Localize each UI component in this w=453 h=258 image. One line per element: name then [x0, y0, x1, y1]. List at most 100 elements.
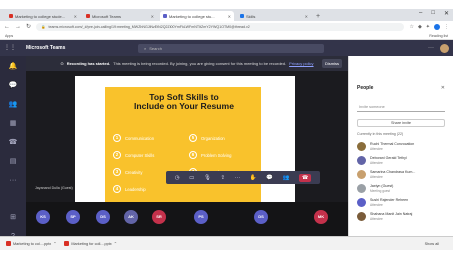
app-rail: 🔔 💬 👥 ▦ ☎ ▤ ··· ⊞ ? [0, 56, 26, 240]
invite-input[interactable]: Invite someone [357, 105, 445, 112]
files-icon[interactable]: ▤ [8, 157, 18, 167]
person-avatar [357, 212, 366, 221]
browser-tab[interactable]: Microsoft Teams ✕ [83, 11, 157, 21]
forward-icon[interactable]: → [15, 24, 21, 30]
recording-banner-text: This meeting is being recorded. By joini… [113, 61, 287, 66]
window-controls: – □ ✕ [419, 10, 449, 17]
browser-tab[interactable]: Skills ✕ [237, 11, 311, 21]
search-input[interactable]: ⌕ Search [138, 43, 324, 53]
skill-label: Organization [201, 135, 225, 141]
participant-avatar[interactable]: SP [66, 210, 80, 224]
maximize-icon[interactable]: □ [431, 10, 435, 17]
close-icon[interactable]: ✕ [151, 14, 154, 19]
privacy-policy-link[interactable]: Privacy policy [289, 61, 313, 66]
activity-icon[interactable]: 🔔 [8, 62, 18, 72]
raise-hand-icon[interactable]: ✋ [250, 174, 257, 182]
participant-avatar[interactable]: AK [124, 210, 138, 224]
people-panel: People ✕ Invite someone Share invite Cur… [348, 56, 453, 236]
download-item[interactable]: Marketing for coll....pptx ⌃ [64, 241, 117, 246]
chat-icon[interactable]: 💬 [266, 174, 273, 182]
share-screen-icon[interactable]: ⇪ [221, 174, 226, 182]
star-icon[interactable]: ☆ [409, 24, 413, 30]
close-icon[interactable]: ✕ [305, 14, 308, 19]
close-window-icon[interactable]: ✕ [444, 10, 449, 17]
person-role: Attendee [370, 216, 383, 221]
skill-item: 6 Problem Solving [189, 151, 232, 159]
camera-icon[interactable]: ▭ [189, 174, 194, 182]
timer-icon: ◷ [174, 174, 180, 181]
call-controls: ◷ ▭ 🎙 ⇪ ··· ✋ 💬 👥 ☎ [166, 171, 320, 184]
chat-icon[interactable]: 💬 [8, 81, 18, 91]
reading-list[interactable]: Reading list [429, 34, 448, 38]
app-launcher-icon[interactable]: ⋮⋮ [4, 44, 16, 52]
person-role: Attendee [370, 146, 383, 151]
skill-item: 1 Communication [113, 134, 154, 142]
teams-header: ⋮⋮ Microsoft Teams ⌕ Search ··· [0, 40, 453, 56]
person-text: Jaxtyn (Guest) Meeting guest [370, 184, 393, 193]
calendar-icon[interactable]: ▦ [8, 119, 18, 129]
close-icon[interactable]: ✕ [74, 14, 77, 19]
download-item[interactable]: Marketing to col....pptx ⌃ [6, 241, 56, 246]
people-section-header[interactable]: Currently in this meeting (22) [357, 132, 403, 136]
reload-icon[interactable]: ↻ [26, 23, 31, 30]
browser-tab-active[interactable]: Marketing to college stu... ✕ [160, 11, 234, 21]
person-row[interactable]: Samarina Chandrasa Kum... Attendee [357, 168, 449, 181]
new-tab-button[interactable]: + [316, 13, 320, 20]
tab-label: Skills [246, 13, 256, 19]
tab-favicon-icon [240, 14, 244, 18]
chevron-up-icon[interactable]: ⌃ [53, 241, 56, 246]
person-row[interactable]: Ruchi Thermal Convocation Attendee [357, 140, 449, 153]
participant-avatar[interactable]: PS [194, 210, 208, 224]
participants-strip: KS SP DS AK SR PS DS MK [26, 202, 348, 236]
person-row[interactable]: Sushi Rajender Reheen Attendee [357, 196, 449, 209]
participant-avatar[interactable]: SR [152, 210, 166, 224]
person-row[interactable]: Jaxtyn (Guest) Meeting guest [357, 182, 449, 195]
bookmark-apps[interactable]: Apps [5, 34, 13, 38]
back-icon[interactable]: ← [4, 24, 10, 30]
teams-icon[interactable]: 👥 [8, 100, 18, 110]
tab-label: Marketing to college stude... [15, 13, 66, 19]
chevron-up-icon[interactable]: ⌃ [114, 241, 117, 246]
skill-label: Communication [125, 135, 155, 141]
participant-avatar[interactable]: MK [314, 210, 328, 224]
extension-icon[interactable]: ◆ [418, 24, 422, 30]
apps-icon[interactable]: ⊞ [8, 213, 18, 223]
dismiss-button[interactable]: Dismiss [322, 59, 342, 68]
menu-icon[interactable]: ⋮ [444, 24, 449, 30]
user-avatar[interactable] [440, 43, 449, 53]
close-icon[interactable]: ✕ [441, 85, 445, 91]
microphone-icon[interactable]: 🎙 [204, 174, 211, 182]
more-apps-icon[interactable]: ··· [8, 176, 18, 186]
close-icon[interactable]: ✕ [228, 14, 231, 19]
person-row[interactable]: Deborani Gerald Tethyl Attendee [357, 154, 449, 167]
download-label: Marketing for coll....pptx [71, 241, 112, 246]
person-text: Samarina Chandrasa Kum... Attendee [370, 170, 415, 179]
participant-avatar[interactable]: KS [36, 210, 50, 224]
minimize-icon[interactable]: – [419, 10, 422, 17]
address-bar: ← → ↻ 🔒 teams.microsoft.com/_#/pre-join-… [0, 21, 453, 32]
browser-tab[interactable]: Marketing to college stude... ✕ [6, 11, 80, 21]
leave-call-button[interactable]: ☎ [299, 173, 312, 182]
skill-label: Problem Solving [201, 152, 232, 158]
more-options-icon[interactable]: ··· [428, 45, 434, 51]
url-field[interactable]: 🔒 teams.microsoft.com/_#/pre-join-callin… [36, 22, 405, 31]
header-right: ··· [428, 43, 449, 53]
skill-number: 2 [113, 151, 121, 159]
show-all-button[interactable]: Show all [425, 242, 439, 246]
tab-label: Microsoft Teams [92, 13, 122, 19]
person-avatar [357, 184, 366, 193]
share-invite-button[interactable]: Share invite [357, 119, 445, 127]
more-actions-icon[interactable]: ··· [235, 174, 241, 182]
skill-item: 2 Computer Skills [113, 151, 154, 159]
participant-avatar[interactable]: DS [96, 210, 110, 224]
participants-icon[interactable]: 👥 [283, 174, 290, 182]
person-row[interactable]: Shahana Manit Jain Natraj Attendee [357, 210, 449, 223]
slide-card: Top Soft Skills to Include on Your Resum… [105, 87, 261, 214]
skill-number: 6 [189, 151, 197, 159]
people-panel-title: People [357, 85, 374, 91]
puzzle-icon[interactable]: ✦ [426, 24, 430, 30]
profile-avatar[interactable] [434, 23, 440, 30]
calls-icon[interactable]: ☎ [8, 138, 18, 148]
participant-avatar[interactable]: DS [254, 210, 268, 224]
person-avatar [357, 156, 366, 165]
